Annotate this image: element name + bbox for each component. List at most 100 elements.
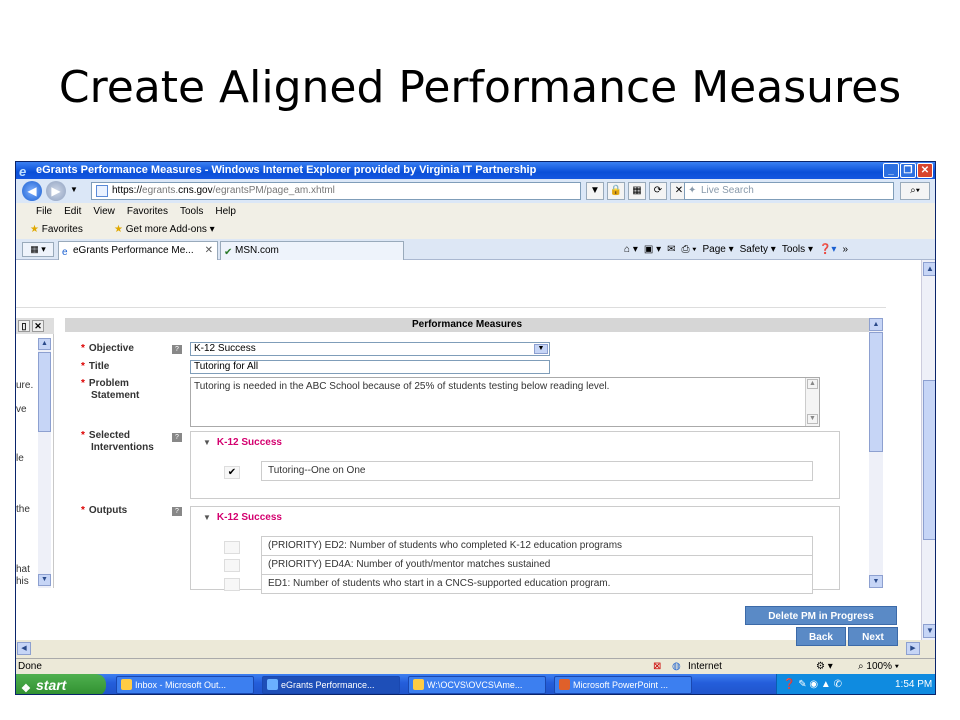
objective-label-text: Objective	[88, 343, 134, 354]
left-panel-scrollbar[interactable]: ▲ ▼	[38, 338, 51, 588]
msn-icon: ✔	[224, 247, 233, 258]
help-icon[interactable]: ?	[172, 345, 182, 354]
panel-restore-icon[interactable]: ▯	[18, 320, 30, 332]
magnifier-icon: ⌕▾	[910, 185, 920, 196]
slide-title: Create Aligned Performance Measures	[58, 62, 902, 113]
outputs-box: ▼ K-12 Success (PRIORITY) ED2: Number of …	[190, 506, 840, 594]
search-button[interactable]: ⌕▾	[900, 182, 930, 200]
help-icon[interactable]: ❓▾	[819, 242, 836, 257]
compatibility-icon[interactable]: ▦	[628, 182, 646, 200]
browser-window: e eGrants Performance Measures - Windows…	[15, 161, 936, 695]
history-dropdown-icon[interactable]: ▼	[70, 185, 78, 194]
scroll-down-icon[interactable]: ▼	[807, 414, 818, 424]
title-input[interactable]: Tutoring for All	[190, 360, 550, 374]
chevron-right-icon[interactable]: »	[842, 242, 848, 257]
safety-menu[interactable]: Safety ▾	[740, 242, 776, 257]
menu-edit[interactable]: Edit	[60, 203, 89, 221]
page-scrollbar[interactable]: ▲ ▼	[921, 260, 935, 640]
panel-close-icon[interactable]: ✕	[32, 320, 44, 332]
scroll-right-icon[interactable]: ▶	[906, 642, 920, 655]
tab-msn[interactable]: ✔ MSN.com	[220, 241, 404, 260]
problem-statement-textarea[interactable]: Tutoring is needed in the ABC School bec…	[190, 377, 820, 427]
minimize-icon[interactable]: _	[883, 163, 899, 178]
feeds-icon[interactable]: ▣ ▾	[644, 242, 661, 257]
scroll-down-icon[interactable]: ▼	[923, 624, 935, 638]
task-egrants[interactable]: eGrants Performance...	[262, 676, 400, 694]
scroll-left-icon[interactable]: ◀	[17, 642, 31, 655]
tools-menu[interactable]: Tools ▾	[782, 242, 813, 257]
chevron-down-icon[interactable]: ▼	[534, 344, 548, 354]
help-icon[interactable]: ?	[172, 433, 182, 442]
blocked-icon[interactable]: ⊠	[653, 659, 661, 674]
scroll-up-icon[interactable]: ▲	[38, 338, 51, 350]
scroll-thumb[interactable]	[923, 380, 935, 540]
output-checkbox[interactable]	[224, 578, 240, 591]
address-dropdown-icon[interactable]: ▼	[586, 182, 604, 200]
close-icon[interactable]: ✕	[917, 163, 933, 178]
lock-icon[interactable]: 🔒	[607, 182, 625, 200]
menu-help[interactable]: Help	[211, 203, 244, 221]
output-checkbox[interactable]	[224, 559, 240, 572]
address-bar[interactable]: https://egrants.cns.gov/egrantsPM/page_a…	[91, 182, 581, 200]
folder-icon	[413, 679, 424, 690]
maximize-icon[interactable]: ❐	[900, 163, 916, 178]
interventions-box: ▼ K-12 Success ✔ Tutoring--One on One	[190, 431, 840, 499]
protected-mode-icon[interactable]: ⚙ ▾	[816, 659, 833, 674]
objective-select[interactable]: K-12 Success ▼	[190, 342, 550, 356]
textarea-scrollbar[interactable]: ▲ ▼	[805, 378, 819, 426]
scroll-down-icon[interactable]: ▼	[38, 574, 51, 586]
scroll-up-icon[interactable]: ▲	[869, 318, 883, 331]
delete-pm-button[interactable]: Delete PM in Progress	[745, 606, 897, 625]
mail-icon[interactable]: ✉	[667, 242, 675, 257]
scroll-thumb[interactable]	[38, 352, 51, 432]
intervention-checkbox[interactable]: ✔	[224, 466, 240, 479]
menu-tools[interactable]: Tools	[176, 203, 211, 221]
start-button[interactable]: ❖ start	[16, 674, 106, 694]
ie-icon: e	[19, 164, 27, 179]
menu-favorites[interactable]: Favorites	[123, 203, 176, 221]
horizontal-scrollbar[interactable]: ◀ ▶	[16, 642, 921, 656]
task-label: Inbox - Microsoft Out...	[135, 680, 227, 690]
address-row: ◀ ▶ ▼ https://egrants.cns.gov/egrantsPM/…	[16, 179, 935, 203]
objective-label: * Objective	[81, 343, 134, 354]
get-addons-button[interactable]: ★ Get more Add-ons ▾	[114, 221, 215, 239]
task-folder[interactable]: W:\OCVS\OVCS\Ame...	[408, 676, 546, 694]
left-panel-text: hat	[16, 564, 30, 575]
problem-label-line1: Problem	[88, 378, 129, 389]
status-text: Done	[18, 661, 42, 672]
form-scrollbar[interactable]: ▲ ▼	[869, 318, 883, 588]
home-icon[interactable]: ⌂ ▾	[624, 242, 638, 257]
task-label: Microsoft PowerPoint ...	[573, 680, 669, 690]
quick-tabs-icon[interactable]: ▦ ▾	[22, 242, 54, 257]
url-domain: cns.gov	[178, 185, 213, 196]
interventions-group-toggle[interactable]: ▼ K-12 Success	[203, 437, 282, 448]
problem-statement-label: * Problem Statement	[81, 378, 140, 401]
scroll-down-icon[interactable]: ▼	[869, 575, 883, 588]
help-icon[interactable]: ?	[172, 507, 182, 516]
ie-tab-icon: e	[62, 247, 68, 258]
search-input[interactable]: ✦ Live Search	[684, 182, 894, 200]
back-arrow-icon[interactable]: ◀	[22, 181, 42, 201]
print-icon[interactable]: ⎙ ▾	[681, 242, 696, 257]
scroll-up-icon[interactable]: ▲	[807, 379, 818, 389]
tab-close-icon[interactable]: ✕	[205, 242, 213, 259]
zoom-control[interactable]: ⌕ 100% ▾	[858, 659, 899, 674]
refresh-icon[interactable]: ⟳	[649, 182, 667, 200]
tab-egrants[interactable]: e eGrants Performance Me... ✕	[58, 241, 218, 260]
task-powerpoint[interactable]: Microsoft PowerPoint ...	[554, 676, 692, 694]
scroll-up-icon[interactable]: ▲	[923, 262, 935, 276]
task-outlook[interactable]: Inbox - Microsoft Out...	[116, 676, 254, 694]
forward-arrow-icon[interactable]: ▶	[46, 181, 66, 201]
menu-file[interactable]: File	[32, 203, 60, 221]
favorites-button[interactable]: ★ Favorites	[30, 221, 83, 239]
start-label: start	[36, 677, 67, 693]
outputs-group-toggle[interactable]: ▼ K-12 Success	[203, 512, 282, 523]
problem-statement-value: Tutoring is needed in the ABC School bec…	[194, 381, 610, 392]
scroll-thumb[interactable]	[869, 332, 883, 452]
output-checkbox[interactable]	[224, 541, 240, 554]
search-placeholder: Live Search	[701, 185, 754, 196]
page-menu[interactable]: Page ▾	[702, 242, 733, 257]
tray-icons[interactable]: ❓ ✎ ◉ ▲ ✆	[783, 674, 842, 694]
star-icon: ★	[30, 224, 39, 235]
menu-view[interactable]: View	[89, 203, 123, 221]
